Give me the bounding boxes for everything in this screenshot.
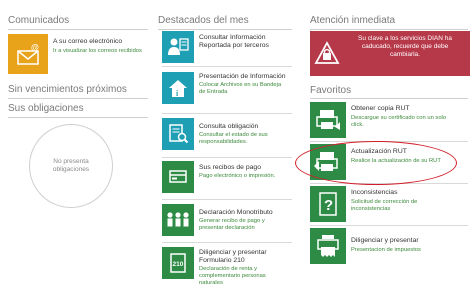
consult-info-icon — [162, 31, 194, 63]
favorito-item[interactable]: Actualización RUT Realice la actualizaci… — [310, 144, 458, 180]
divider — [310, 141, 468, 142]
people-icon — [162, 204, 194, 236]
favorito-title: Diligenciar y presentar — [351, 237, 419, 244]
favorito-title: Obtener copia RUT — [351, 105, 410, 112]
favoritos-rule — [310, 98, 468, 99]
destacado-subtitle[interactable]: Pago electrónico o impresión. — [199, 173, 288, 180]
obligaciones-rule — [8, 117, 148, 118]
vencimientos-title: Sin vencimientos próximos — [8, 84, 127, 95]
destacado-item[interactable]: i Presentación de Información Colocar Ar… — [162, 72, 288, 104]
house-info-icon: i — [162, 72, 194, 104]
obligaciones-title: Sus obligaciones — [8, 103, 84, 114]
destacado-title: Sus recibos de pago — [199, 164, 261, 171]
vencimientos-rule — [8, 98, 148, 99]
inconsistency-icon: ? — [310, 186, 346, 222]
rut-copy-icon — [310, 102, 346, 138]
lock-warning-icon — [310, 31, 344, 76]
destacado-subtitle[interactable]: Consultar el estado de sus responsabilid… — [199, 132, 288, 146]
document-search-icon — [162, 118, 194, 150]
divider — [162, 242, 292, 243]
comunicados-card-link[interactable]: Ir a visualizar los correos recibidos — [53, 48, 146, 55]
divider — [310, 225, 468, 226]
comunicados-card[interactable]: @ A su correo electrónico Ir a visualiza… — [8, 34, 146, 74]
atencion-title: Atención inmediata — [310, 15, 396, 26]
alert-text: Su clave a los servicios DIAN ha caducad… — [358, 35, 452, 58]
destacado-item[interactable]: Consultar Información Reportada por terc… — [162, 31, 288, 63]
comunicados-card-title: A su correo electrónico — [53, 38, 123, 45]
rut-update-icon — [310, 144, 346, 180]
destacado-title: Consulta obligación — [199, 123, 259, 130]
favorito-subtitle[interactable]: Solicitud de corrección de inconsistenci… — [351, 199, 458, 213]
destacado-title: Presentación de Información — [199, 73, 286, 80]
favorito-item[interactable]: Obtener copia RUT Descargue su certifica… — [310, 102, 458, 138]
divider — [162, 157, 292, 158]
favorito-subtitle[interactable]: Realice la actualización de su RUT — [351, 158, 458, 165]
divider — [310, 183, 468, 184]
destacado-item[interactable]: Declaración Monotributo Generar recibo d… — [162, 204, 288, 236]
favorito-item[interactable]: ? Inconsistencias Solicitud de correcció… — [310, 186, 458, 222]
favorito-item[interactable]: Diligenciar y presentar Presentacion de … — [310, 228, 458, 264]
svg-text:210: 210 — [173, 261, 184, 268]
destacados-title: Destacados del mes — [158, 15, 249, 26]
favorito-subtitle[interactable]: Descargue su certificado con un solo cli… — [351, 115, 458, 129]
destacados-rule — [158, 29, 292, 30]
receipt-icon — [162, 161, 194, 193]
destacado-item[interactable]: Sus recibos de pago Pago electrónico o i… — [162, 161, 288, 193]
password-expired-alert[interactable]: Su clave a los servicios DIAN ha caducad… — [310, 31, 470, 76]
favorito-title: Inconsistencias — [351, 189, 398, 196]
atencion-rule — [310, 29, 468, 30]
destacado-title: Consultar Información Reportada por terc… — [199, 34, 269, 49]
destacado-item[interactable]: 210 Diligenciar y presentar Formulario 2… — [162, 247, 288, 287]
destacado-subtitle[interactable]: Generar recibo de pago y presentar decla… — [199, 218, 288, 232]
favorito-subtitle[interactable]: Presentacion de impuestos — [351, 247, 458, 254]
comunicados-title: Comunicados — [8, 15, 70, 26]
empty-obligations-circle: No presenta obligaciones — [29, 124, 113, 208]
destacado-subtitle[interactable]: Declaración de renta y complementario pe… — [199, 266, 288, 287]
diligence-icon — [310, 228, 346, 264]
favorito-title: Actualización RUT — [351, 148, 407, 155]
svg-text:?: ? — [324, 197, 333, 214]
divider — [162, 113, 292, 114]
comunicados-rule — [8, 29, 148, 30]
divider — [162, 199, 292, 200]
destacado-subtitle[interactable]: Colocar Archivos en su Bandeja de Entrad… — [199, 82, 288, 96]
mail-icon: @ — [8, 34, 48, 74]
form-210-icon: 210 — [162, 247, 194, 279]
destacado-title: Diligenciar y presentar Formulario 210 — [199, 249, 267, 264]
destacado-title: Declaración Monotributo — [199, 209, 273, 216]
favoritos-title: Favoritos — [310, 85, 352, 96]
divider — [162, 66, 292, 67]
empty-obligations-text: No presenta obligaciones — [52, 158, 90, 173]
destacado-item[interactable]: Consulta obligación Consultar el estado … — [162, 118, 288, 150]
